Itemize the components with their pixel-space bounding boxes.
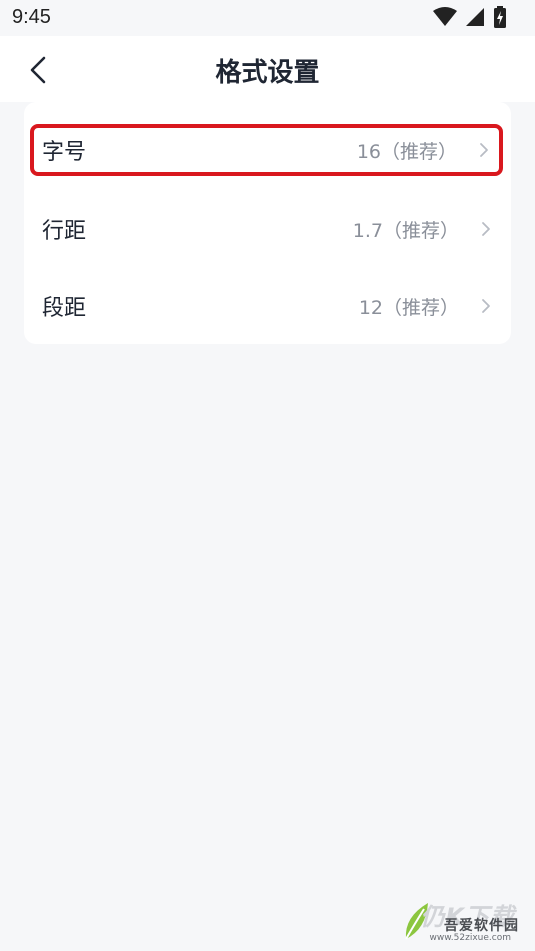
page-title: 格式设置 [215,58,320,88]
setting-row-font-size[interactable]: 字号 16（推荐） [30,124,503,176]
setting-label: 行距 [42,219,87,244]
wifi-icon [433,7,457,26]
chevron-right-icon [477,141,491,159]
header: 格式设置 [0,36,535,102]
setting-value: 16（推荐） [356,140,457,163]
battery-charging-icon [494,6,506,28]
status-icons [433,6,507,28]
setting-row-paragraph-spacing[interactable]: 段距 12（推荐） [24,276,511,336]
watermark-url-text: www.52zixue.com [429,933,511,943]
setting-label: 段距 [42,296,87,321]
watermark: 仍K下载 吾爱软件园 www.52zixue.com [402,895,527,945]
status-bar: 9:45 [0,0,535,36]
setting-label: 字号 [42,140,87,165]
setting-row-line-spacing[interactable]: 行距 1.7（推荐） [24,199,511,259]
chevron-right-icon [479,297,493,315]
watermark-main-text: 吾爱软件园 [444,918,519,934]
setting-value: 12（推荐） [358,296,459,319]
setting-value: 1.7（推荐） [352,219,459,242]
signal-icon [466,8,484,26]
chevron-right-icon [479,220,493,238]
settings-card: 字号 16（推荐） 行距 1.7（推荐） 段距 12（推荐） [24,102,511,344]
status-time: 9:45 [12,6,51,28]
